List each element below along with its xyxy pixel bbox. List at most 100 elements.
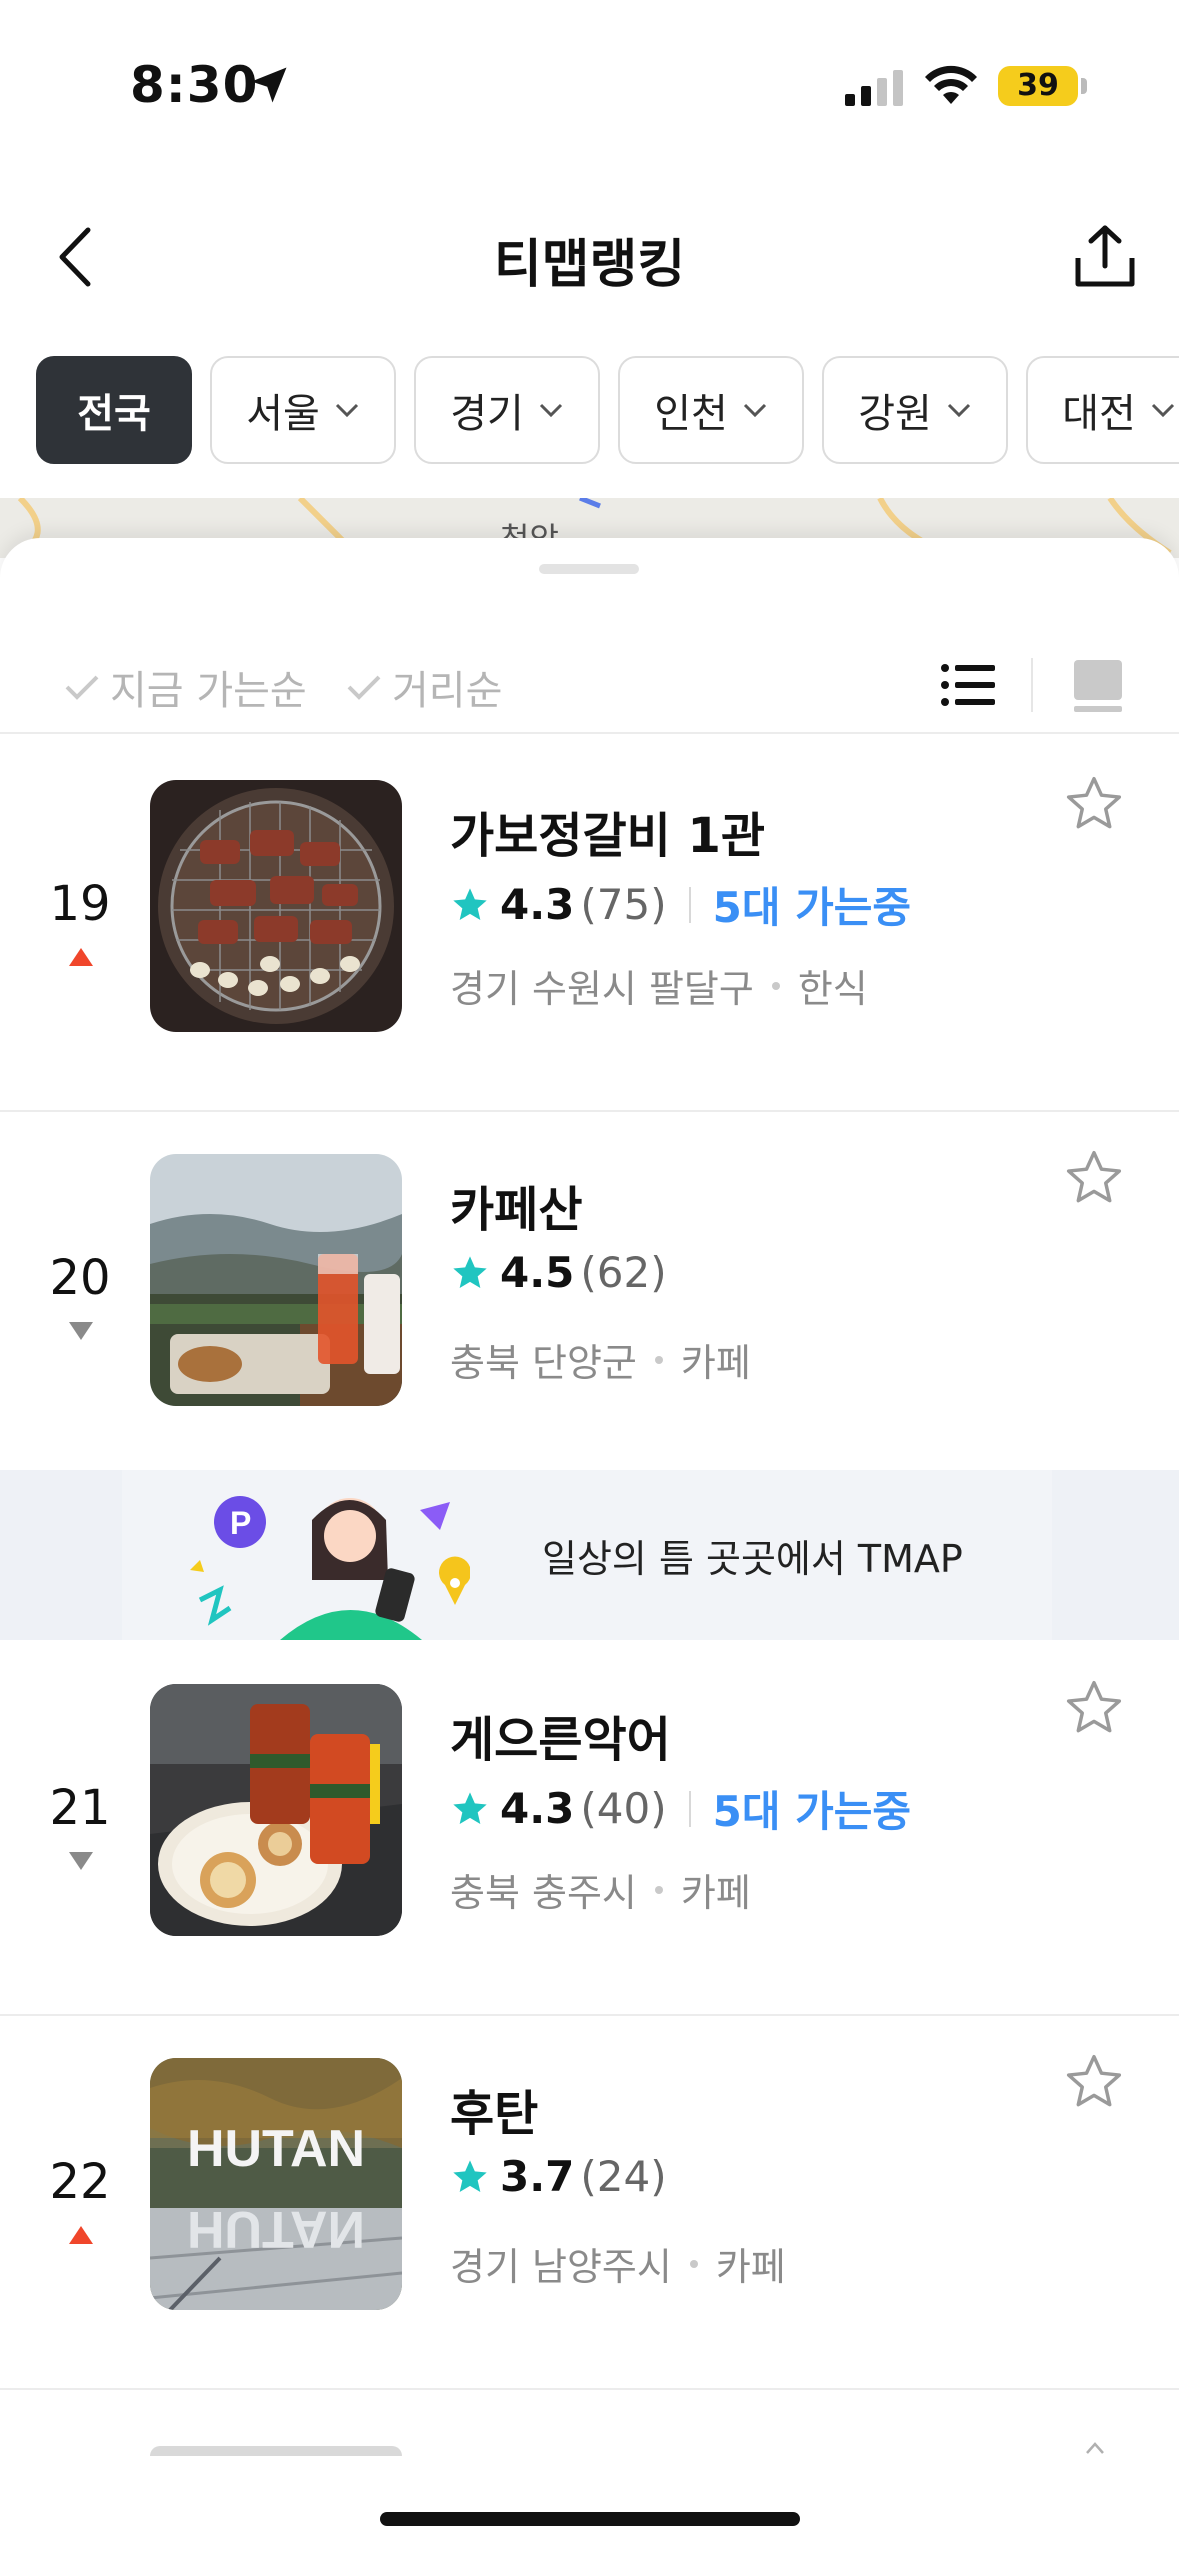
review-count: (62) <box>580 1248 667 1297</box>
battery-indicator: 39 <box>998 66 1078 106</box>
place-category: 카페 <box>715 2245 786 2289</box>
rank-up-icon <box>69 2226 93 2244</box>
favorite-star-icon[interactable] <box>1062 1676 1126 1740</box>
view-toggle-divider <box>1031 658 1033 712</box>
place-name: 후탄 <box>450 2086 539 2142</box>
ad-illustration: P <box>190 1496 470 1640</box>
region-chip-gangwon[interactable]: 강원 <box>822 356 1008 464</box>
rank-number: 21 <box>49 1780 111 1836</box>
ad-text: 일상의 틈 곳곳에서 TMAP <box>542 1537 963 1581</box>
rating-separator <box>688 1790 691 1827</box>
place-category: 카페 <box>680 1871 751 1915</box>
place-region: 충북 충주시 <box>450 1871 637 1915</box>
place-category: 한식 <box>797 967 868 1011</box>
rating-score: 4.3 <box>500 880 575 929</box>
home-indicator <box>380 2512 800 2526</box>
place-name: 카페산 <box>450 1182 583 1238</box>
ranking-item[interactable]: 19 가보정갈비 1관 4.3 (75) 5대 가는중 경기 수원시 팔달구 한… <box>0 736 1179 1112</box>
sort-by-distance[interactable]: 거리순 <box>344 658 502 716</box>
rank-up-icon <box>69 948 93 966</box>
rating-row: 4.3 (40) 5대 가는중 <box>450 1778 911 1839</box>
ranking-item[interactable]: 22 HUTAN HUTAN 후탄 3.7 (24) 경기 남양주시 카페 <box>0 2014 1179 2390</box>
place-thumbnail <box>150 1154 402 1406</box>
rating-star-icon <box>453 1255 487 1288</box>
battery-cap <box>1081 78 1087 94</box>
place-region: 충북 단양군 <box>450 1341 637 1385</box>
check-icon <box>347 675 381 700</box>
chevron-down-icon <box>947 403 970 418</box>
place-region: 경기 수원시 팔달구 <box>450 967 754 1011</box>
card-view-icon[interactable] <box>1072 658 1124 714</box>
ranking-item[interactable]: 21 게으른악어 4.3 (40) 5대 가는중 충북 충주시 카페 <box>0 1640 1179 2016</box>
region-chip-seoul[interactable]: 서울 <box>210 356 396 464</box>
place-region: 경기 남양주시 <box>450 2245 672 2289</box>
place-name: 게으른악어 <box>450 1712 671 1768</box>
review-count: (24) <box>580 2152 667 2201</box>
meta-dot <box>654 1355 663 1364</box>
svg-text:P: P <box>230 1505 251 1541</box>
place-meta: 경기 수원시 팔달구 한식 <box>450 958 868 1013</box>
list-view-icon[interactable] <box>940 660 996 710</box>
place-thumbnail <box>150 780 402 1032</box>
page-title: 티맵랭킹 <box>493 235 686 295</box>
rating-score: 4.5 <box>500 1248 575 1297</box>
check-icon <box>65 675 99 700</box>
sheet-drag-handle[interactable] <box>539 564 639 574</box>
region-filter-bar: 전국 서울 경기 인천 강원 대전 <box>36 356 1179 466</box>
rating-separator <box>688 886 691 923</box>
region-chip-all[interactable]: 전국 <box>36 356 192 464</box>
rank-number: 20 <box>49 1250 111 1306</box>
review-count: (40) <box>580 1784 667 1833</box>
rating-star-icon <box>453 887 487 920</box>
rating-star-icon <box>453 1791 487 1824</box>
chevron-down-icon <box>539 403 562 418</box>
rating-star-icon <box>453 2159 487 2192</box>
rating-row: 3.7 (24) <box>450 2152 667 2201</box>
sort-bar: 지금 가는순 거리순 <box>0 618 1179 748</box>
going-now-count: 5대 가는중 <box>712 1787 912 1836</box>
location-arrow-icon <box>251 67 287 103</box>
review-count: (75) <box>580 880 667 929</box>
meta-dot <box>689 2259 698 2268</box>
ad-banner[interactable]: P 일상의 틈 곳곳에서 TMAP <box>0 1470 1179 1640</box>
status-time: 8:30 <box>130 56 259 114</box>
rank-number: 19 <box>49 876 111 932</box>
chevron-down-icon <box>335 403 358 418</box>
region-chip-incheon[interactable]: 인천 <box>618 356 804 464</box>
rating-row: 4.3 (75) 5대 가는중 <box>450 874 911 935</box>
cellular-signal-icon <box>845 70 903 106</box>
chevron-up-icon[interactable] <box>1084 2440 1106 2456</box>
hutan-sign-text: HUTAN <box>187 2120 365 2178</box>
sort-divider <box>0 732 1179 734</box>
status-bar: 8:30 39 <box>0 0 1179 150</box>
favorite-star-icon[interactable] <box>1062 772 1126 836</box>
place-name: 가보정갈비 1관 <box>450 808 766 864</box>
rank-down-icon <box>69 1852 93 1870</box>
meta-dot <box>771 981 780 990</box>
hutan-sign-reflection: HUTAN <box>187 2200 365 2258</box>
going-now-count: 5대 가는중 <box>712 883 912 932</box>
place-category: 카페 <box>680 1341 751 1385</box>
sort-by-going-now[interactable]: 지금 가는순 <box>62 658 307 716</box>
ranking-item[interactable]: 20 카페산 4.5 (62) 충북 단양군 카페 <box>0 1110 1179 1486</box>
rank-number: 22 <box>49 2154 111 2210</box>
rating-score: 3.7 <box>500 2152 575 2201</box>
meta-dot <box>654 1885 663 1894</box>
back-chevron-icon[interactable] <box>50 222 100 292</box>
region-chip-daejeon[interactable]: 대전 <box>1026 356 1179 464</box>
chevron-down-icon <box>1151 403 1174 418</box>
rating-score: 4.3 <box>500 1784 575 1833</box>
place-thumbnail <box>150 1684 402 1936</box>
wifi-icon <box>925 65 977 104</box>
rank-down-icon <box>69 1322 93 1340</box>
place-meta: 경기 남양주시 카페 <box>450 2236 786 2291</box>
rating-row: 4.5 (62) <box>450 1248 667 1297</box>
next-item-thumbnail-peek <box>150 2446 402 2456</box>
place-meta: 충북 단양군 카페 <box>450 1332 751 1387</box>
region-chip-gyeonggi[interactable]: 경기 <box>414 356 600 464</box>
place-thumbnail: HUTAN HUTAN <box>150 2058 402 2310</box>
share-icon[interactable] <box>1070 222 1140 292</box>
favorite-star-icon[interactable] <box>1062 1146 1126 1210</box>
chevron-down-icon <box>743 403 766 418</box>
favorite-star-icon[interactable] <box>1062 2050 1126 2114</box>
